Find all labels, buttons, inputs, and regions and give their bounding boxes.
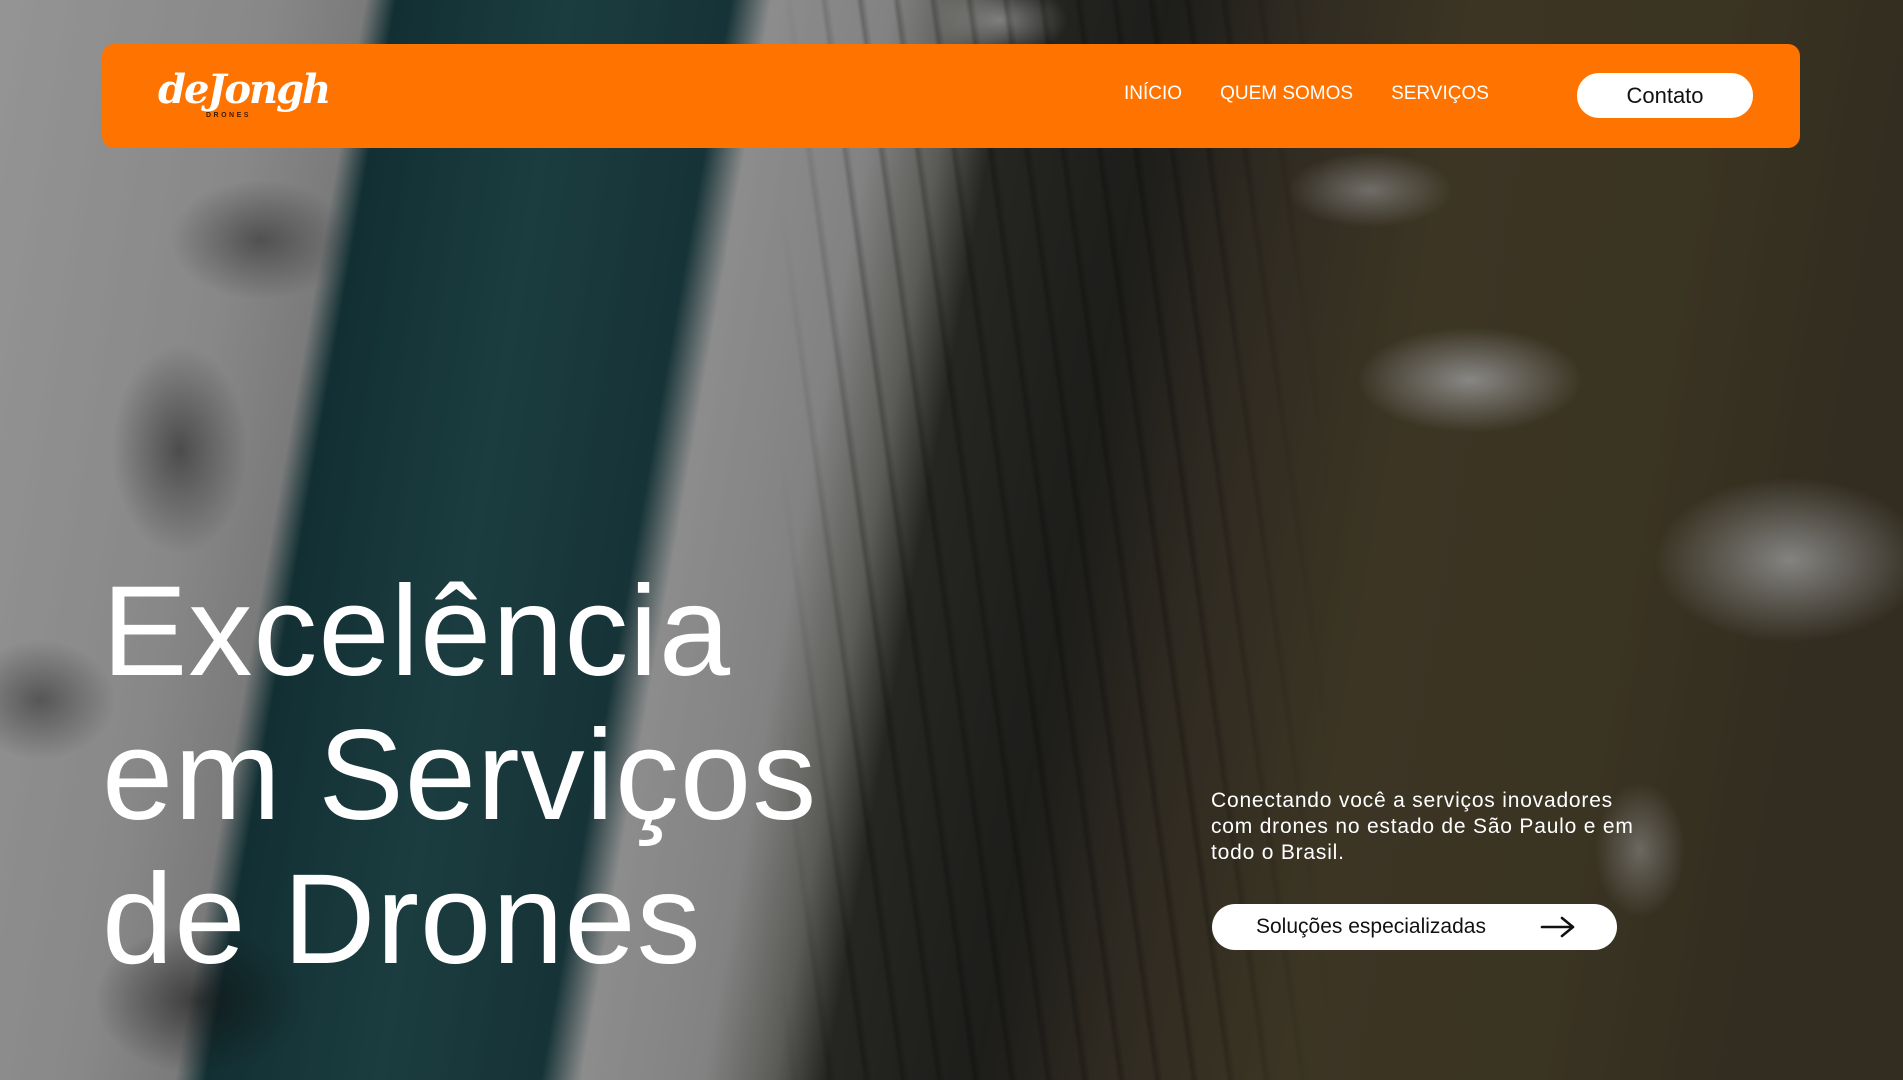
nav-link-servicos[interactable]: SERVIÇOS <box>1391 82 1489 106</box>
brand-logo[interactable]: deJongh DRONES <box>158 62 331 126</box>
headline-line-2: em Serviços <box>102 704 818 847</box>
nav-link-quem-somos[interactable]: QUEM SOMOS <box>1220 82 1353 106</box>
arrow-right-icon <box>1540 916 1575 938</box>
specialized-solutions-button[interactable]: Soluções especializadas <box>1212 904 1617 950</box>
logo-wordmark: deJongh <box>158 66 331 113</box>
hero-section: deJongh DRONES INÍCIO QUEM SOMOS SERVIÇO… <box>0 0 1903 1080</box>
logo-subtext: DRONES <box>206 112 251 119</box>
cta-label: Soluções especializadas <box>1256 915 1486 938</box>
headline-line-1: Excelência <box>102 560 731 703</box>
contact-button[interactable]: Contato <box>1577 73 1753 118</box>
nav-link-inicio[interactable]: INÍCIO <box>1124 82 1182 106</box>
hero-subtext: Conectando você a serviços inovadores co… <box>1211 789 1634 864</box>
navbar: deJongh DRONES INÍCIO QUEM SOMOS SERVIÇO… <box>102 44 1800 148</box>
hero-headline: Excelência em Serviços de Drones <box>102 560 817 992</box>
main-navigation: INÍCIO QUEM SOMOS SERVIÇOS <box>1124 82 1489 106</box>
headline-line-3: de Drones <box>102 848 702 991</box>
